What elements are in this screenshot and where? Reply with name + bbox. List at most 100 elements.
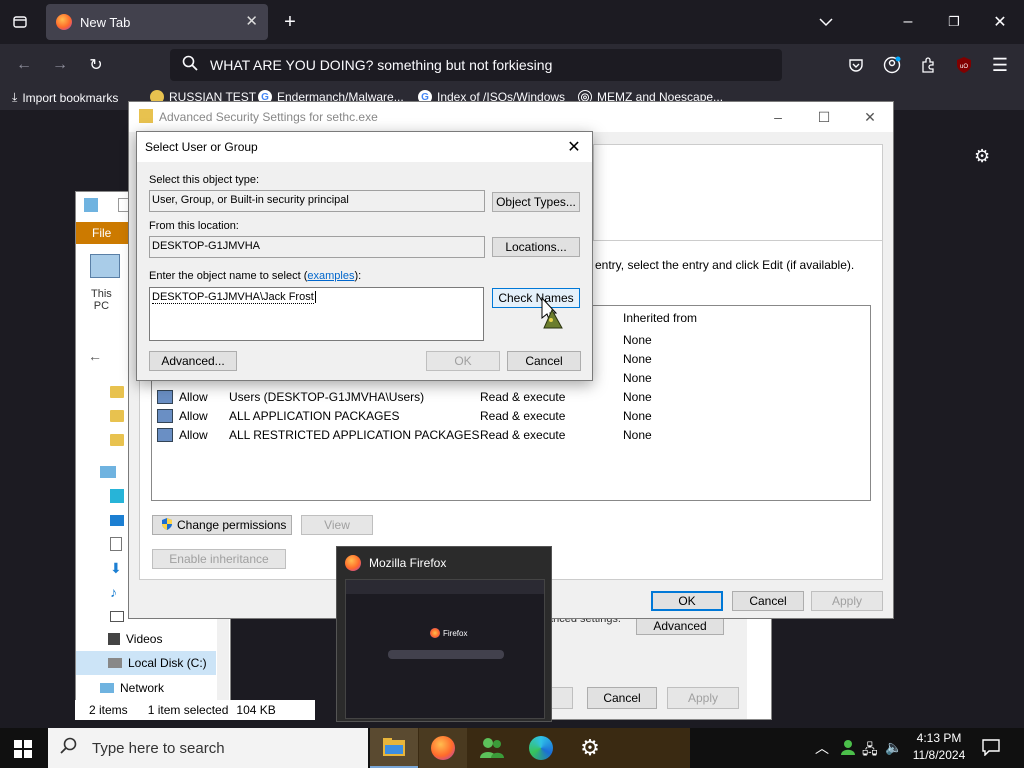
close-tab-icon[interactable]: ✕ (245, 12, 258, 30)
table-row[interactable]: Allow ALL APPLICATION PACKAGES Read & ex… (152, 406, 870, 425)
edge-icon (529, 736, 553, 760)
volume-icon[interactable]: 🔈 (885, 739, 902, 756)
search-icon (60, 737, 78, 759)
owner-area (593, 144, 883, 242)
package-icon (157, 427, 173, 442)
apply-button[interactable]: Apply (811, 591, 883, 611)
this-pc-label[interactable]: This PC (91, 288, 112, 312)
folder-icon (110, 386, 124, 398)
gear-icon: ⚙ (580, 735, 600, 760)
folder-icon (110, 434, 124, 446)
pocket-icon[interactable] (844, 53, 868, 77)
download-icon: ⬇ (110, 559, 122, 576)
tab-title: New Tab (80, 14, 131, 30)
edge-taskbar-icon[interactable] (517, 728, 565, 768)
package-icon (157, 408, 173, 423)
chevron-down-icon[interactable] (814, 10, 838, 34)
gear-icon[interactable]: ⚙ (974, 146, 990, 167)
music-icon: ♪ (110, 584, 117, 600)
cancel-button[interactable]: Cancel (507, 351, 581, 371)
videos-nav[interactable]: Videos (108, 627, 258, 651)
taskbar-thumbnail-preview[interactable]: Mozilla Firefox Firefox (336, 546, 552, 722)
extensions-icon[interactable] (916, 53, 940, 77)
scrollbar[interactable] (217, 612, 229, 707)
search-icon (170, 55, 210, 76)
bookmark-import[interactable]: ⤓ Import bookmarks (12, 90, 118, 105)
tree-cursor-icon (541, 296, 563, 329)
monitor-icon (100, 466, 116, 478)
taskbar-search-box[interactable]: Type here to search (48, 728, 368, 768)
folder-icon (139, 109, 153, 123)
url-bar[interactable]: WHAT ARE YOU DOING? something but not fo… (170, 49, 782, 81)
apply-button[interactable]: Apply (667, 687, 739, 709)
notification-icon[interactable] (982, 738, 1000, 757)
thumbnail-toolbar (346, 580, 544, 594)
object-name-input[interactable]: DESKTOP-G1JMVHA\Jack Frost (149, 287, 484, 341)
advanced-button[interactable]: Advanced... (149, 351, 237, 371)
object-type-field: User, Group, or Built-in security princi… (149, 190, 485, 212)
taskbar-clock[interactable]: 4:13 PM 11/8/2024 (904, 730, 974, 766)
users-icon (157, 389, 173, 404)
cancel-button[interactable]: Cancel (587, 687, 657, 709)
close-button[interactable]: ✕ (847, 102, 893, 132)
text-cursor (314, 291, 316, 303)
video-icon (108, 633, 120, 645)
explorer-status-bar: 2 items 1 item selected 104 KB (75, 700, 315, 720)
object-types-button[interactable]: Object Types... (492, 192, 580, 212)
back-arrow-icon[interactable]: ← (88, 348, 102, 364)
ok-button[interactable]: OK (651, 591, 723, 611)
forward-arrow-icon[interactable]: → (48, 53, 72, 77)
maximize-button[interactable]: ☐ (801, 102, 847, 132)
firefox-taskbar-icon[interactable] (419, 728, 467, 768)
cube-icon (110, 489, 124, 503)
thumbnail-search (388, 650, 504, 659)
change-permissions-button[interactable]: Change permissions (152, 515, 292, 535)
tab-new-tab[interactable]: New Tab ✕ (46, 4, 268, 40)
browser-tab-bar: New Tab ✕ + – ❐ ✕ (0, 0, 1024, 44)
table-row[interactable]: Allow Users (DESKTOP-G1JMVHA\Users) Read… (152, 387, 870, 406)
advanced-button[interactable]: Advanced (636, 617, 724, 635)
window-edge (747, 619, 771, 719)
tab-list-icon[interactable] (8, 10, 32, 34)
desktop-icon (110, 514, 124, 526)
url-text[interactable]: WHAT ARE YOU DOING? something but not fo… (210, 57, 552, 73)
close-window-button[interactable]: ✕ (988, 10, 1012, 34)
new-tab-button[interactable]: + (278, 10, 302, 34)
select-user-dialog: Select User or Group ✕ Select this objec… (136, 131, 593, 381)
close-icon[interactable]: ✕ (562, 136, 586, 158)
local-disk-nav[interactable]: Local Disk (C:) (76, 651, 216, 675)
locations-button[interactable]: Locations... (492, 237, 580, 257)
object-type-label: Select this object type: (149, 174, 260, 186)
examples-link[interactable]: examples (307, 270, 354, 282)
view-button[interactable]: View (301, 515, 373, 535)
enable-inheritance-button[interactable]: Enable inheritance (152, 549, 286, 569)
shield-icon (161, 517, 173, 534)
minimize-button[interactable]: – (755, 102, 801, 132)
check-names-button[interactable]: Check Names (492, 288, 580, 308)
minimize-button[interactable]: – (896, 10, 920, 34)
import-icon: ⤓ (12, 90, 18, 104)
cancel-button[interactable]: Cancel (732, 591, 804, 611)
menu-icon[interactable]: ☰ (988, 53, 1012, 77)
ok-button[interactable]: OK (426, 351, 500, 371)
settings-taskbar-icon[interactable]: ⚙ (566, 728, 614, 768)
network-icon (100, 683, 114, 693)
people-taskbar-icon[interactable] (468, 728, 516, 768)
back-arrow-icon[interactable]: ← (12, 53, 36, 77)
inherited-from-header: Inherited from (623, 311, 698, 325)
permissions-hint: entry, select the entry and click Edit (… (595, 258, 855, 272)
location-label: From this location: (149, 220, 239, 232)
table-row[interactable]: Allow ALL RESTRICTED APPLICATION PACKAGE… (152, 425, 870, 444)
select-user-titlebar: Select User or Group ✕ (137, 132, 592, 162)
reload-icon[interactable]: ↻ (84, 53, 108, 77)
restore-button[interactable]: ❐ (942, 10, 966, 34)
network-icon[interactable]: 🖧 (862, 739, 878, 763)
user-tray-icon[interactable] (840, 738, 856, 756)
ublock-icon[interactable]: uO (952, 53, 976, 77)
file-explorer-taskbar-icon[interactable] (370, 728, 418, 768)
windows-start-icon[interactable] (14, 740, 32, 758)
chevron-up-icon[interactable]: ︿ (815, 738, 829, 758)
thumbnail-screenshot: Firefox (345, 579, 545, 719)
account-icon[interactable] (880, 53, 904, 77)
properties-window: anced settings. Advanced Cancel Apply (537, 613, 772, 720)
